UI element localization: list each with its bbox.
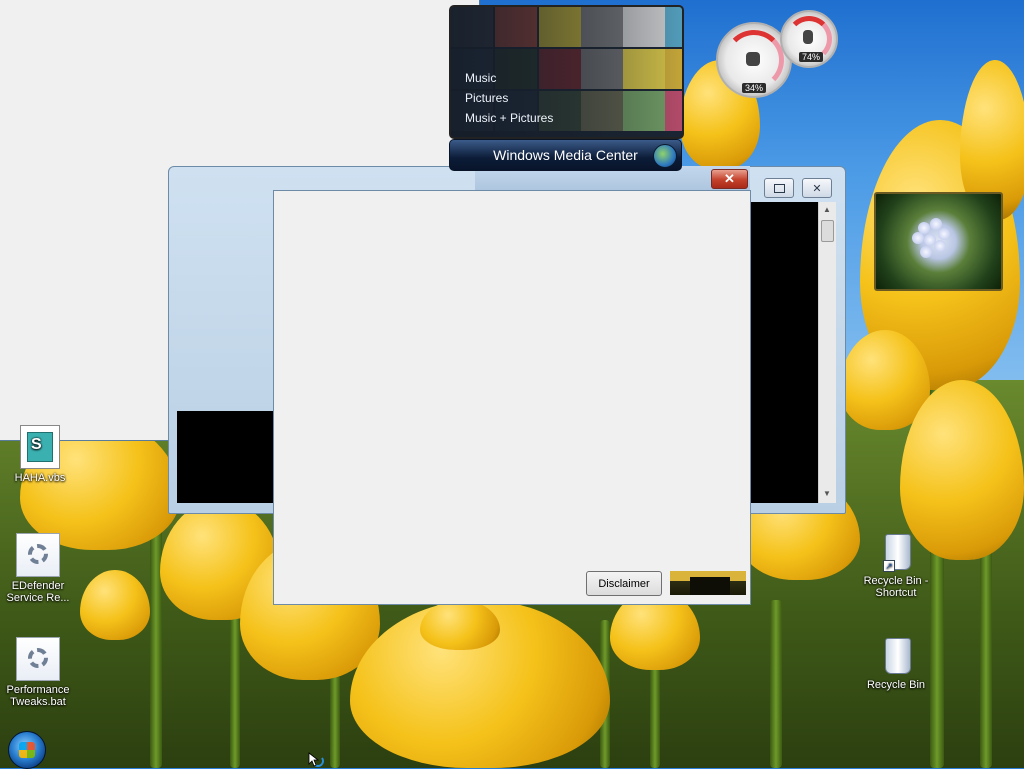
slideshow-gadget-photo[interactable] [874,192,1003,291]
cpu-percent: 34% [742,83,767,93]
recycle-bin-icon: ↗ [875,530,917,572]
media-center-launch-bar[interactable]: Windows Media Center [449,139,682,171]
desktop-icon-recycle-bin[interactable]: Recycle Bin [856,634,936,691]
script-file-icon: S [20,425,60,469]
scroll-down-arrow-icon[interactable]: ▼ [823,489,831,498]
media-center-title: Windows Media Center [493,147,638,163]
scroll-thumb[interactable] [821,220,834,242]
desktop-icon-performance-tweaks[interactable]: Performance Tweaks.bat [0,637,78,708]
shortcut-arrow-icon: ↗ [883,560,895,572]
gear-icon [16,533,60,577]
desktop-icon-label: HAHA.vbs [14,472,66,484]
menu-item-music-pictures[interactable]: Music + Pictures [465,108,553,128]
menu-item-pictures[interactable]: Pictures [465,88,553,108]
memory-percent: 74% [799,52,824,62]
console-output-left [177,411,273,503]
gear-icon [16,637,60,681]
console-restore-button[interactable] [764,178,794,198]
close-icon: ✕ [812,182,822,195]
desktop-icon-label: Recycle Bin [866,679,926,691]
memory-meter: 74% [780,10,838,68]
console-close-button[interactable]: ✕ [802,178,832,198]
desktop-icon-label: Recycle Bin - Shortcut [863,575,929,599]
desktop-icon-label: Performance Tweaks.bat [6,684,70,708]
scroll-up-arrow-icon[interactable]: ▲ [823,205,831,214]
close-icon: ✕ [724,171,735,186]
windows-logo-icon [653,144,677,168]
desktop-icon-recycle-bin-shortcut[interactable]: ↗ Recycle Bin - Shortcut [856,530,936,599]
desktop-icon-label: EDefender Service Re... [6,580,70,604]
disclaimer-button[interactable]: Disclaimer [586,571,662,596]
recycle-bin-icon [875,634,917,676]
dialog-image [670,571,746,595]
start-button[interactable] [8,731,46,769]
media-center-menu: Music Pictures Music + Pictures [465,68,553,128]
desktop-icon-haha-vbs[interactable]: S HAHA.vbs [0,425,80,484]
dialog-close-button[interactable]: ✕ [711,169,748,189]
console-scrollbar[interactable]: ▲ ▼ [818,202,836,503]
desktop-icon-edefender[interactable]: EDefender Service Re... [0,533,78,604]
menu-item-music[interactable]: Music [465,68,553,88]
windows-logo-icon [19,742,35,758]
console-output-right [750,202,818,503]
restore-icon [773,183,785,193]
busy-cursor-icon [308,752,324,767]
dialog-window [273,190,751,605]
